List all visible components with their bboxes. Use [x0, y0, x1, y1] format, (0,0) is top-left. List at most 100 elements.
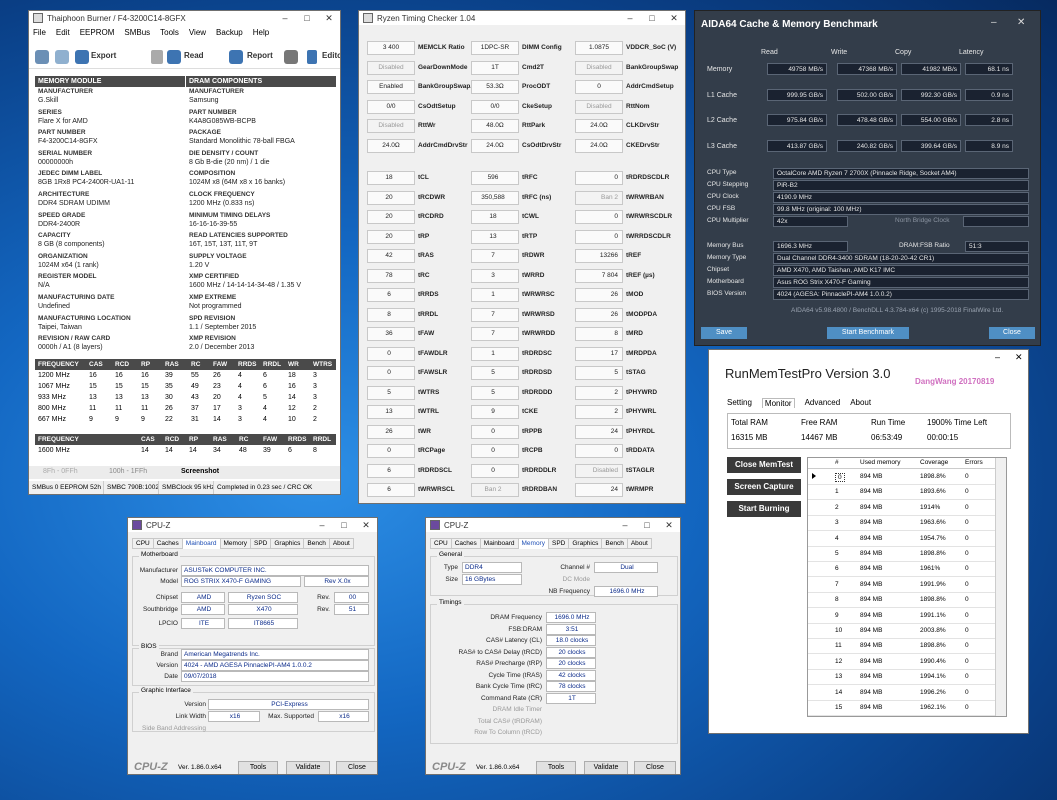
maximize-icon[interactable]: □: [296, 13, 318, 23]
minimize-icon[interactable]: –: [274, 13, 296, 23]
rmt-stat-value: 06:53:49: [871, 433, 903, 442]
rmt-grid-row[interactable]: 7 894 MB 1991.9% 0: [808, 578, 995, 593]
close-icon[interactable]: ✕: [1015, 352, 1023, 363]
timing-value: 20 clocks: [546, 658, 596, 669]
rtc-value-box: Disabled: [575, 60, 623, 75]
export-button[interactable]: Export: [91, 51, 116, 60]
cpuz-tools-button[interactable]: Tools: [238, 761, 278, 774]
rtc-label: CsOdtDrvStr: [522, 141, 562, 149]
size-value: 16 GBytes: [462, 574, 522, 585]
table-cell: 15: [115, 383, 123, 390]
rtc-label: tRRDS: [418, 291, 439, 298]
aida-start-benchmark-button[interactable]: Start Benchmark: [827, 327, 909, 339]
tools-icon[interactable]: [35, 50, 49, 64]
read-icon[interactable]: [151, 50, 163, 64]
rmt-grid-row[interactable]: 9 894 MB 1991.1% 0: [808, 609, 995, 624]
cpuz-validate-button[interactable]: Validate: [286, 761, 330, 774]
menu-item-help[interactable]: Help: [253, 28, 269, 42]
aida-result: 999.95 GB/s: [767, 88, 827, 101]
aida-save-button[interactable]: Save: [701, 327, 747, 339]
table-cell: 12: [288, 405, 296, 412]
rtc-label: BankGroupSwapAlt: [418, 83, 480, 90]
table-cell: 8: [313, 447, 317, 454]
rmt-grid-row[interactable]: 11 894 MB 1898.8% 0: [808, 639, 995, 655]
component-field-label: XMP EXTREME: [189, 294, 237, 301]
rmt-grid-cell: 1963.6%: [920, 519, 946, 527]
rmt-grid-row[interactable]: 2 894 MB 1914% 0: [808, 501, 995, 516]
rmt-grid-row[interactable]: 3 894 MB 1963.6% 0: [808, 516, 995, 532]
tab-screenshot[interactable]: Screenshot: [181, 468, 219, 475]
rmt-grid-row[interactable]: 1 894 MB 1893.6% 0: [808, 485, 995, 501]
close-icon[interactable]: ✕: [318, 13, 340, 24]
rtc-value-box: 2: [575, 405, 623, 419]
rtc-value-box: 26: [575, 307, 623, 322]
rmt-start-burning-button[interactable]: Start Burning: [727, 501, 801, 517]
aida-nb-clock-label: North Bridge Clock: [895, 217, 950, 224]
rmt-grid-row[interactable]: 15 894 MB 1962.1% 0: [808, 701, 995, 716]
timing-value: 1T: [546, 692, 596, 704]
rtc-value-box: 26: [367, 424, 415, 439]
menu-item-smbus[interactable]: SMBus: [124, 28, 150, 42]
read-button[interactable]: Read: [184, 51, 204, 60]
rmt-close-memtest-button[interactable]: Close MemTest: [727, 457, 801, 473]
cpuz-close-button[interactable]: Close: [634, 761, 676, 774]
lpcio-a-value: ITE: [181, 618, 225, 629]
aida-close-button[interactable]: Close: [989, 327, 1035, 339]
menu-item-edit[interactable]: Edit: [56, 28, 70, 42]
tab-8fh[interactable]: 8Fh - 0FFh: [43, 468, 78, 475]
rtc-value-box: Disabled: [367, 60, 415, 75]
aida-info-label: CPU Stepping: [707, 181, 749, 188]
rmt-grid-cell: 894 MB: [860, 704, 883, 711]
rmt-grid-row[interactable]: 5 894 MB 1898.8% 0: [808, 547, 995, 562]
table-header: FREQUENCY CAS RCD RP RAS RC FAW RRDS RRDL: [35, 434, 336, 445]
rtc-label: tRAS: [418, 252, 434, 259]
table-cell: 39: [165, 372, 173, 379]
rmt-grid-row[interactable]: 13 894 MB 1994.1% 0: [808, 670, 995, 686]
rtc-value-box: 42: [367, 249, 415, 263]
module-field-value: DDR4 SDRAM UDIMM: [38, 200, 110, 207]
rmt-grid-row[interactable]: 12 894 MB 1990.4% 0: [808, 655, 995, 670]
menu-item-backup[interactable]: Backup: [216, 28, 243, 42]
rmt-tab-monitor[interactable]: Monitor: [761, 398, 795, 408]
aida-col-header: Read: [761, 49, 778, 56]
cpuz-tools-button[interactable]: Tools: [536, 761, 576, 774]
editor-icon[interactable]: [307, 50, 317, 64]
export-icon[interactable]: [75, 50, 89, 64]
rmt-grid-row[interactable]: 14 894 MB 1996.2% 0: [808, 686, 995, 701]
grid-scrollbar[interactable]: [995, 458, 1006, 716]
rmt-screen-capture-button[interactable]: Screen Capture: [727, 479, 801, 495]
wrench-icon[interactable]: [284, 50, 298, 64]
rtc-label: RttPark: [522, 122, 546, 129]
report-icon[interactable]: [229, 50, 243, 64]
rmt-grid-row[interactable]: 8 894 MB 1898.8% 0: [808, 593, 995, 609]
rmt-grid-cell: 14: [835, 688, 843, 696]
report-button[interactable]: Report: [247, 51, 273, 60]
rtc-label: tFAWDLR: [418, 349, 448, 357]
cpuz-close-button[interactable]: Close: [336, 761, 377, 774]
rmt-grid-row[interactable]: 10 894 MB 2003.8% 0: [808, 624, 995, 639]
tab-100h[interactable]: 100h - 1FFh: [109, 468, 147, 475]
menu-item-tools[interactable]: Tools: [160, 28, 179, 42]
rmt-tab-advanced[interactable]: Advanced: [805, 398, 841, 408]
rtc-label: tWTRS: [418, 388, 440, 396]
editor-button[interactable]: Editor: [322, 51, 340, 60]
menu-item-file[interactable]: File: [33, 28, 46, 42]
aida-results: Read Write Copy Latency Memory 49758 MB/s 4736…: [695, 11, 1040, 345]
read-icon2[interactable]: [167, 50, 181, 64]
component-field-label: MANUFACTURER: [189, 88, 244, 95]
max-supported-label: Max. Supported: [268, 713, 314, 720]
lock-icon[interactable]: [55, 50, 69, 64]
rtc-label: tWRRDSCDLR: [626, 232, 671, 240]
rmt-grid-row[interactable]: 0 894 MB 1898.8% 0: [808, 470, 995, 485]
aida-info-value: AMD X470, AMD Taishan, AMD K17 IMC: [773, 265, 1029, 276]
rmt-tab-setting[interactable]: Setting: [727, 398, 752, 408]
menu-item-eeprom[interactable]: EEPROM: [80, 28, 115, 42]
rmt-grid-row[interactable]: 4 894 MB 1954.7% 0: [808, 532, 995, 547]
minimize-icon[interactable]: –: [995, 352, 1000, 362]
menu-item-view[interactable]: View: [189, 28, 206, 42]
rmt-grid-row[interactable]: 6 894 MB 1961% 0: [808, 562, 995, 578]
rmt-tab-about[interactable]: About: [850, 398, 871, 408]
cpuz-validate-button[interactable]: Validate: [584, 761, 628, 774]
rtc-value-box: 24.0Ω: [575, 119, 623, 133]
rtc-value-box: 1T: [471, 60, 519, 75]
